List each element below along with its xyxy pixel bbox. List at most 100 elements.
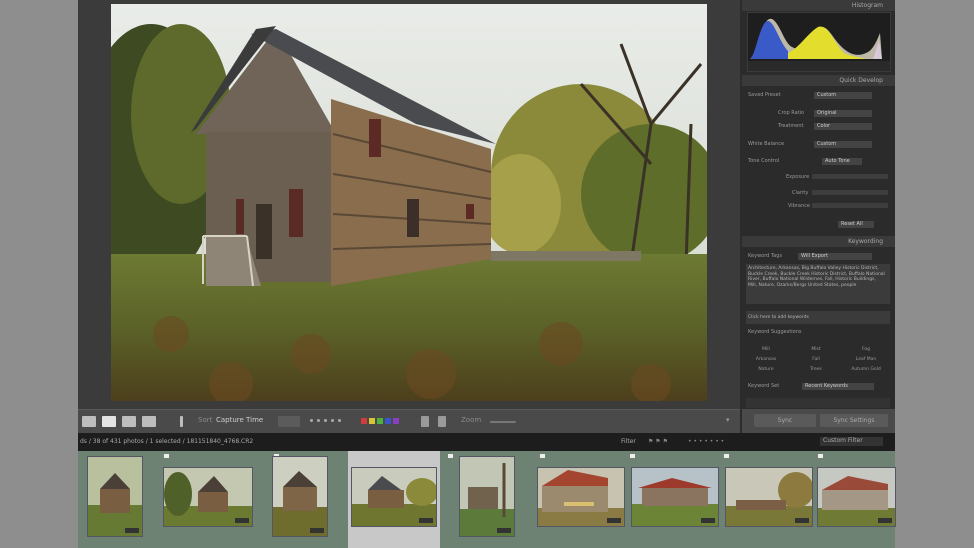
reset-all-button[interactable]: Reset All	[838, 221, 874, 228]
suggestion-6[interactable]: Leaf Man	[846, 357, 886, 362]
histogram[interactable]	[747, 12, 891, 72]
keyword-suggestions-header[interactable]: Keyword Suggestions	[748, 329, 889, 338]
treatment-select[interactable]: Color	[814, 123, 872, 130]
keyword-tags-select[interactable]: Will Export	[798, 253, 872, 260]
crop-ratio-row: Crop Ratio Original	[748, 110, 889, 119]
filmstrip-cell[interactable]	[446, 451, 522, 548]
thumbnail[interactable]	[273, 457, 327, 536]
thumbnail-image	[88, 457, 142, 536]
color-label-red[interactable]	[361, 418, 367, 424]
saved-preset-select[interactable]: Custom	[814, 92, 872, 99]
auto-tone-button[interactable]: Auto Tone	[822, 158, 862, 165]
thumbnail[interactable]	[352, 468, 436, 526]
color-label-purple[interactable]	[393, 418, 399, 424]
rating-star-2[interactable]	[317, 419, 320, 422]
saved-preset-label: Saved Preset	[748, 92, 781, 98]
tone-control-label: Tone Control	[748, 158, 780, 164]
spray-can-icon[interactable]	[180, 416, 183, 427]
loupe-view-icon[interactable]	[102, 416, 116, 427]
rotate-right-icon[interactable]	[438, 416, 446, 427]
exposure-label: Exposure	[786, 174, 810, 180]
exposure-buttons[interactable]	[812, 174, 888, 179]
mill-photo-image	[111, 4, 707, 401]
crop-ratio-select[interactable]: Original	[814, 110, 872, 117]
filmstrip-cell[interactable]	[80, 451, 148, 548]
survey-view-icon[interactable]	[142, 416, 156, 427]
thumbnail[interactable]	[164, 468, 252, 526]
thumbnail-marker	[448, 454, 453, 458]
histogram-header[interactable]: Histogram	[742, 0, 895, 11]
keyword-set-label: Keyword Set	[748, 383, 780, 389]
thumbnail[interactable]	[538, 468, 624, 526]
keywording-header[interactable]: Keywording	[742, 236, 895, 247]
right-panel: Histogram Quick Develop Saved Preset Cust…	[742, 0, 895, 433]
thumbnail-image	[273, 457, 327, 536]
thumbnail[interactable]	[818, 468, 895, 526]
keywords-text[interactable]: Architecture, Arkansas, Big Buffalo Vall…	[748, 266, 886, 288]
vibrance-buttons[interactable]	[812, 203, 888, 208]
thumbnail[interactable]	[88, 457, 142, 536]
main-photo[interactable]	[111, 4, 707, 401]
sync-button[interactable]: Sync	[754, 414, 816, 427]
thumbnail[interactable]	[726, 468, 812, 526]
keyword-set-select[interactable]: Recent Keywords	[802, 383, 874, 390]
suggestion-5[interactable]: Fall	[796, 357, 836, 362]
suggestion-8[interactable]: Trees	[796, 367, 836, 372]
keyword-set-buttons[interactable]	[746, 398, 890, 408]
suggestion-7[interactable]: Nature	[746, 367, 786, 372]
filter-label: Filter	[621, 438, 636, 445]
filmstrip-cell[interactable]	[812, 451, 895, 548]
click-here-text[interactable]: Click here to add keywords	[748, 315, 886, 321]
rotate-left-icon[interactable]	[421, 416, 429, 427]
rating-star-4[interactable]	[331, 419, 334, 422]
rating-star-3[interactable]	[324, 419, 327, 422]
color-label-green[interactable]	[377, 418, 383, 424]
filmstrip-cell[interactable]	[264, 451, 332, 548]
white-balance-select[interactable]: Custom	[814, 141, 872, 148]
thumbnail-marker	[540, 454, 545, 458]
suggestion-3[interactable]: Fog	[846, 347, 886, 352]
thumbnail[interactable]	[632, 468, 718, 526]
filter-flag-icons[interactable]: ⚑ ⚑ ⚑	[648, 438, 668, 445]
thumbnail-badge	[310, 528, 324, 533]
thumbnail-badge	[235, 518, 249, 523]
crop-ratio-label: Crop Ratio	[778, 110, 805, 116]
filter-select[interactable]: Custom Filter	[820, 437, 883, 446]
color-label-blue[interactable]	[385, 418, 391, 424]
thumbnail-badge	[419, 518, 433, 523]
sort-select[interactable]: Capture Time	[216, 416, 263, 424]
clarity-row: Clarity	[748, 190, 889, 199]
keyword-suggestions-label: Keyword Suggestions	[748, 329, 802, 335]
clarity-buttons[interactable]	[812, 190, 888, 195]
keyword-set-row: Keyword Set Recent Keywords	[748, 383, 889, 392]
white-balance-row: White Balance Custom	[748, 141, 889, 150]
thumbnail-marker	[818, 454, 823, 458]
flag-icons[interactable]	[278, 416, 300, 427]
sync-settings-button[interactable]: Sync Settings	[820, 414, 888, 427]
grid-view-icon[interactable]	[82, 416, 96, 427]
suggestion-9[interactable]: Autumn Gold	[846, 367, 886, 372]
suggestion-4[interactable]: Arkansas	[746, 357, 786, 362]
rating-star-5[interactable]	[338, 419, 341, 422]
treatment-label: Treatment	[778, 123, 804, 129]
suggestion-2[interactable]: Mist	[796, 347, 836, 352]
white-balance-label: White Balance	[748, 141, 785, 147]
filmstrip-cell-selected[interactable]	[348, 451, 440, 548]
thumbnail-badge	[795, 518, 809, 523]
thumbnail[interactable]	[460, 457, 514, 536]
compare-view-icon[interactable]	[122, 416, 136, 427]
filter-rating-icons[interactable]: • • • • • • •	[688, 438, 724, 445]
loupe-toolbar: Sort Capture Time Zoom ▾	[78, 409, 740, 434]
filmstrip-source-info[interactable]: ds / 38 of 431 photos / 1 selected / 181…	[80, 438, 253, 445]
suggestion-1[interactable]: Mill	[746, 347, 786, 352]
filmstrip-cell[interactable]	[532, 451, 624, 548]
toolbar-menu-chevron-icon[interactable]: ▾	[726, 416, 730, 424]
filmstrip-cell[interactable]	[156, 451, 252, 548]
quick-develop-header[interactable]: Quick Develop	[742, 75, 895, 86]
filmstrip-cell[interactable]	[720, 451, 812, 548]
zoom-slider[interactable]	[490, 421, 516, 423]
rating-star-1[interactable]	[310, 419, 313, 422]
thumbnail-badge	[878, 518, 892, 523]
color-label-yellow[interactable]	[369, 418, 375, 424]
filmstrip-cell[interactable]	[626, 451, 718, 548]
